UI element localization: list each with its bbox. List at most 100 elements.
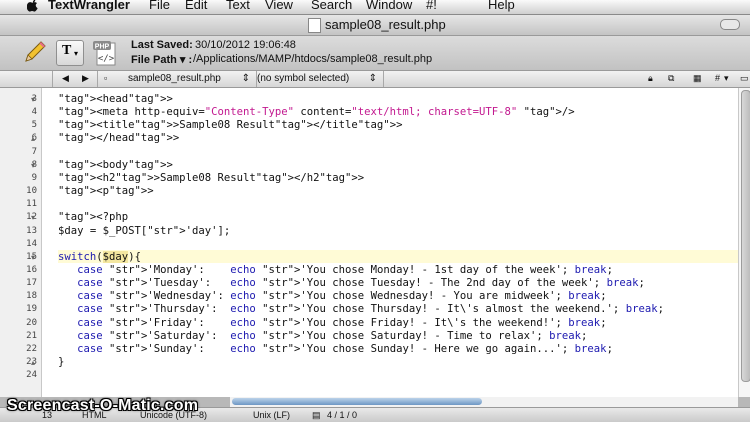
- document-stats-icon: ▤: [312, 410, 321, 420]
- code-line: "tag"><?php: [58, 211, 129, 224]
- code-line: }: [58, 356, 65, 368]
- text-options-button[interactable]: T ▾: [56, 40, 84, 66]
- horizontal-scroll-thumb[interactable]: [232, 398, 482, 405]
- forward-button[interactable]: ▶: [82, 73, 89, 84]
- fold-triangle-icon[interactable]: ▾: [31, 96, 37, 104]
- editor-margin: [42, 88, 58, 397]
- line-number: 16: [26, 264, 37, 275]
- menu-edit[interactable]: Edit: [185, 0, 207, 13]
- fold-triangle-icon[interactable]: ▾: [31, 253, 37, 262]
- code-line: switch($day){: [58, 250, 141, 263]
- fold-triangle-icon[interactable]: ▴: [31, 135, 37, 143]
- code-line: "tag"><title"tag">>Sample08 Result"tag">…: [58, 119, 403, 132]
- line-number: 11: [26, 199, 37, 210]
- function-menu-button[interactable]: #: [715, 73, 720, 84]
- window-title-bar: sample08_result.php: [0, 15, 750, 36]
- fold-triangle-icon[interactable]: ▴: [31, 359, 37, 367]
- code-line: case "str">'Sunday': echo "str">'You cho…: [77, 342, 613, 355]
- chevron-down-icon: ▾: [74, 49, 79, 58]
- vertical-scrollbar[interactable]: [738, 88, 750, 397]
- file-badge-label: PHP: [95, 44, 110, 51]
- document-icon[interactable]: [308, 18, 321, 33]
- popup-arrows-icon: ⇕: [368, 73, 377, 84]
- line-number: 10: [26, 186, 37, 197]
- back-button[interactable]: ◀: [62, 73, 69, 84]
- code-line: case "str">'Saturday': echo "str">'You c…: [77, 329, 588, 342]
- last-saved-value: 30/10/2012 19:06:48: [195, 39, 296, 51]
- file-path-menu[interactable]: File Path ▾ :: [131, 53, 192, 66]
- document-stats: 4 / 1 / 0: [327, 410, 358, 420]
- horizontal-scrollbar[interactable]: [230, 397, 738, 407]
- menu-bar: TextWrangler File Edit Text View Search …: [0, 0, 750, 15]
- file-popup[interactable]: sample08_result.php ⇕: [118, 71, 257, 87]
- file-path-value: /Applications/MAMP/htdocs/sample08_resul…: [193, 53, 433, 65]
- code-editor[interactable]: "tag"><head"tag">> "tag"><meta http-equiv…: [58, 88, 738, 397]
- nav-spacer: [0, 71, 53, 87]
- php-file-icon: PHP </>: [92, 40, 120, 66]
- code-line: case "str">'Friday': echo "str">'You cho…: [77, 316, 607, 329]
- menu-search[interactable]: Search: [311, 0, 352, 13]
- chevron-down-icon: ▾: [724, 73, 729, 83]
- lock-icon[interactable]: 🔒︎: [648, 73, 653, 84]
- fold-triangle-icon[interactable]: ▾: [31, 214, 37, 222]
- symbol-popup-label: (no symbol selected): [257, 73, 350, 84]
- line-number: 22: [26, 343, 37, 354]
- pencil-icon[interactable]: [22, 40, 48, 64]
- code-line: "tag"></head"tag">>: [58, 132, 180, 145]
- split-view-icon[interactable]: ▦: [693, 73, 702, 84]
- line-number: 18: [26, 291, 37, 302]
- menu-textwrangler[interactable]: TextWrangler: [48, 0, 130, 13]
- code-line: case "str">'Tuesday': echo "str">'You ch…: [77, 277, 645, 290]
- line-number: 4: [31, 107, 37, 118]
- line-number: 14: [26, 238, 37, 249]
- line-number: 7: [31, 146, 37, 157]
- menu-help[interactable]: Help: [488, 0, 515, 13]
- document-icon-small: ▫: [104, 73, 108, 83]
- menu-window[interactable]: Window: [366, 0, 412, 13]
- nav-divider: [97, 71, 98, 87]
- menu-view[interactable]: View: [265, 0, 293, 13]
- code-line: "tag"><body"tag">>: [58, 158, 173, 171]
- line-number: 5: [31, 120, 37, 131]
- split-handle-icon[interactable]: ▭: [740, 73, 749, 84]
- window-title: sample08_result.php: [325, 17, 446, 32]
- last-saved-label: Last Saved:: [131, 39, 193, 51]
- fold-triangle-icon[interactable]: ▾: [31, 161, 37, 170]
- svg-text:</>: </>: [98, 54, 115, 64]
- line-number: 9: [31, 172, 37, 183]
- toolbar: T ▾ PHP </> Last Saved: 30/10/2012 19:06…: [0, 36, 750, 71]
- menu-file[interactable]: File: [149, 0, 170, 13]
- code-line: $day = $_POST["str">'day'];: [58, 224, 231, 237]
- line-number: 20: [26, 317, 37, 328]
- file-popup-label: sample08_result.php: [128, 73, 221, 84]
- code-line: "tag"><meta http-equiv="Content-Type" co…: [58, 106, 575, 119]
- line-number: 21: [26, 330, 37, 341]
- line-number: 17: [26, 278, 37, 289]
- vertical-scroll-thumb[interactable]: [741, 90, 750, 382]
- text-options-label: T: [62, 43, 72, 58]
- code-line: "tag"><p"tag">>: [58, 185, 154, 198]
- line-number: 19: [26, 304, 37, 315]
- code-line: "tag"><head"tag">>: [58, 93, 173, 105]
- line-number: 24: [26, 370, 37, 381]
- line-number: 13: [26, 225, 37, 236]
- apple-menu-icon[interactable]: [26, 0, 39, 15]
- symbol-popup[interactable]: (no symbol selected) ⇕: [257, 71, 384, 87]
- code-line: case "str">'Thursday': echo "str">'You c…: [77, 303, 664, 316]
- screencast-watermark: Screencast-O-Matic.com: [7, 397, 199, 414]
- menu-shebang[interactable]: #!: [426, 0, 437, 13]
- menu-text[interactable]: Text: [226, 0, 250, 13]
- code-line: "tag"><h2"tag">>Sample08 Result"tag"></h…: [58, 171, 365, 184]
- line-number-gutter: 3 ▾ 4 5 6 ▴ 7 8 ▾ 9 10 11 12 ▾ 13 14 15 ▾ 16 17 18 19 20 21 22 23…: [0, 88, 42, 397]
- popup-arrows-icon: ⇕: [241, 73, 250, 84]
- code-line: case "str">'Wednesday': echo "str">'You …: [77, 290, 607, 303]
- code-line: case "str">'Monday': echo "str">'You cho…: [77, 263, 613, 276]
- navigation-bar: ◀ ▶ ▫ sample08_result.php ⇕ (no symbol s…: [0, 71, 750, 88]
- line-endings-popup[interactable]: Unix (LF): [253, 409, 290, 421]
- counterpart-icon[interactable]: ⧉: [668, 73, 674, 84]
- toolbar-toggle-button[interactable]: [720, 19, 740, 30]
